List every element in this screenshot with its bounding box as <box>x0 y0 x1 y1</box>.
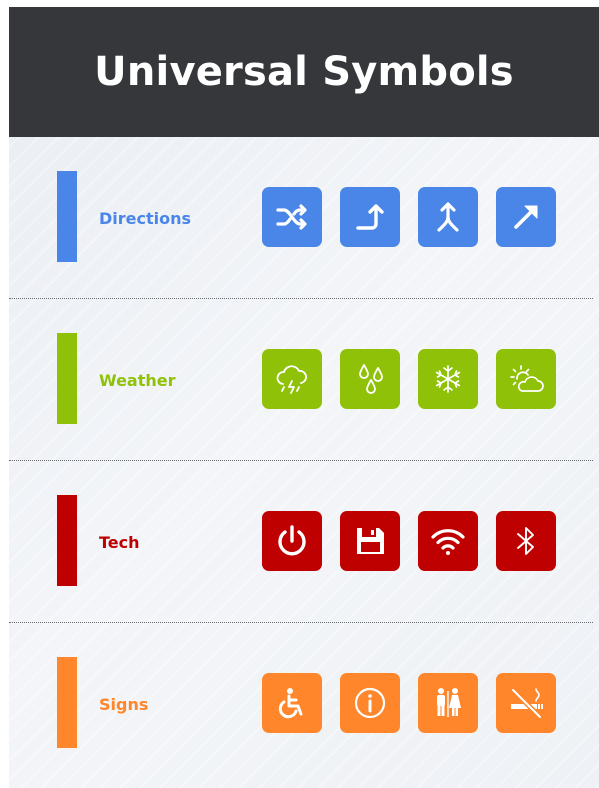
color-bar <box>57 495 77 586</box>
category-label: Weather <box>99 370 176 390</box>
category-label: Directions <box>99 208 192 228</box>
page-title: Universal Symbols <box>94 49 514 95</box>
infographic-card: Universal Symbols Directions Weather Tec… <box>9 7 599 788</box>
info-icon <box>340 673 400 733</box>
partly-sunny-icon <box>496 349 556 409</box>
category-label: Signs <box>99 694 149 714</box>
snowflake-icon <box>418 349 478 409</box>
section-weather: Weather <box>9 299 599 461</box>
storm-cloud-icon <box>262 349 322 409</box>
category-label: Tech <box>99 532 140 552</box>
turn-up-right-icon <box>340 187 400 247</box>
merge-icon <box>418 187 478 247</box>
section-signs: Signs <box>9 623 599 785</box>
color-bar <box>57 657 77 748</box>
header: Universal Symbols <box>9 7 599 137</box>
color-bar <box>57 333 77 424</box>
restroom-icon <box>418 673 478 733</box>
shuffle-icon <box>262 187 322 247</box>
arrow-up-right-icon <box>496 187 556 247</box>
section-tech: Tech <box>9 461 599 623</box>
bluetooth-icon <box>496 511 556 571</box>
rain-drops-icon <box>340 349 400 409</box>
power-icon <box>262 511 322 571</box>
section-directions: Directions <box>9 137 599 299</box>
wheelchair-icon <box>262 673 322 733</box>
floppy-disk-icon <box>340 511 400 571</box>
wifi-icon <box>418 511 478 571</box>
color-bar <box>57 171 77 262</box>
no-smoking-icon <box>496 673 556 733</box>
